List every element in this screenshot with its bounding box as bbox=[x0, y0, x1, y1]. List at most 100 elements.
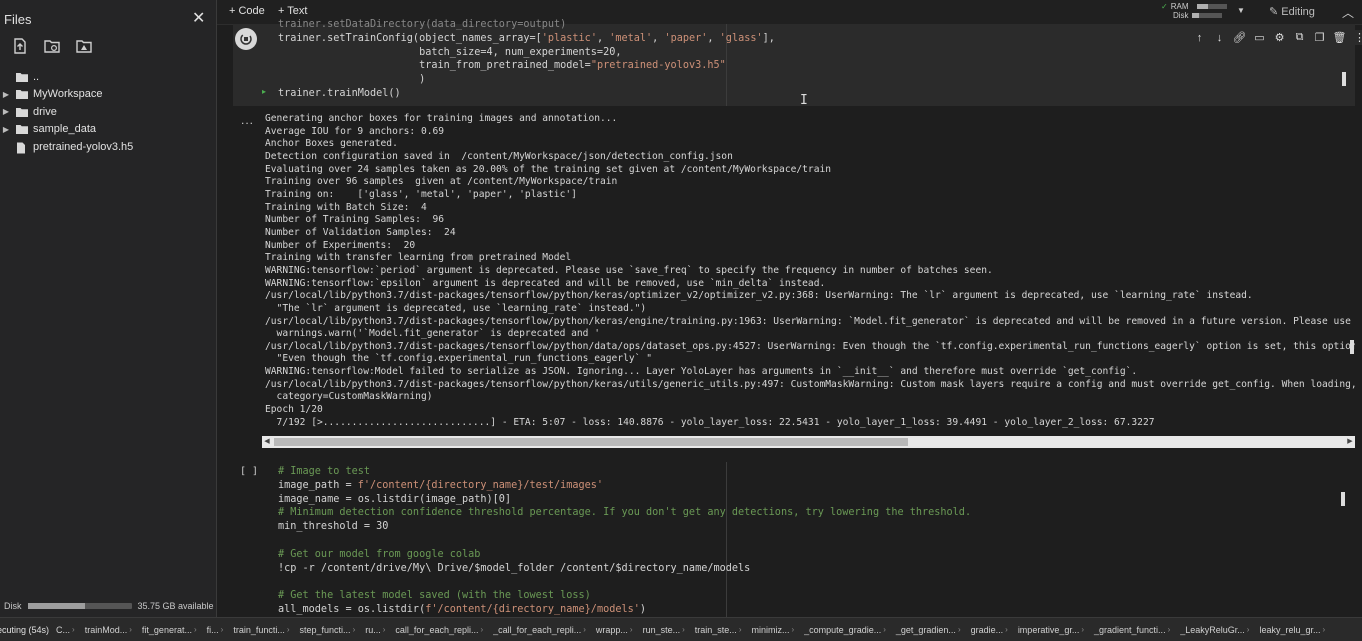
move-up-icon[interactable]: ↑ bbox=[1192, 30, 1207, 45]
disk-label: Disk bbox=[4, 601, 22, 611]
output-line: Evaluating over 24 samples taken as 20.0… bbox=[265, 163, 832, 175]
chevron-right-icon: › bbox=[220, 625, 224, 634]
code-line[interactable]: train_from_pretrained_model="pretrained-… bbox=[278, 59, 726, 73]
link-icon[interactable]: 🔗︎ bbox=[1232, 30, 1247, 45]
call-stack-frame[interactable]: train_functi... › bbox=[228, 625, 294, 635]
call-stack-frame-label: call_for_each_repli... bbox=[395, 624, 479, 635]
output-scrollbar[interactable] bbox=[1350, 340, 1354, 354]
call-stack-frame[interactable]: _gradient_functi... › bbox=[1089, 625, 1175, 635]
output-line: Anchor Boxes generated. bbox=[265, 138, 398, 150]
output-actions-button[interactable]: ... bbox=[241, 113, 254, 127]
comment-icon[interactable]: ▭ bbox=[1252, 30, 1267, 45]
file-icon bbox=[16, 142, 28, 154]
chevron-right-icon: › bbox=[791, 625, 795, 634]
chevron-up-icon[interactable]: ︿ bbox=[1342, 4, 1354, 21]
scrollbar[interactable] bbox=[1342, 72, 1346, 86]
call-stack-frame[interactable]: _call_for_each_repli... › bbox=[488, 625, 591, 635]
call-stack-frame-label: _compute_gradie... bbox=[804, 624, 882, 635]
execution-status: ecuting (54s) bbox=[0, 624, 50, 635]
move-down-icon[interactable]: ↓ bbox=[1212, 30, 1227, 45]
scroll-left-icon[interactable]: ◀ bbox=[262, 436, 272, 448]
chevron-right-icon[interactable]: ▶ bbox=[0, 125, 12, 134]
ram-bar bbox=[1197, 4, 1227, 9]
output-text: Generating anchor boxes for training ima… bbox=[265, 113, 1355, 429]
call-stack-frame[interactable]: gradie... › bbox=[966, 625, 1013, 635]
chevron-right-icon[interactable]: ▶ bbox=[0, 90, 12, 99]
call-stack-frame-label: fit_generat... bbox=[141, 624, 192, 635]
file-tree-item[interactable]: .. bbox=[0, 68, 216, 86]
code-line[interactable]: all_models = os.listdir(f'/content/{dire… bbox=[278, 603, 646, 617]
output-line: category=CustomMaskWarning) bbox=[265, 391, 433, 403]
call-stack-frame-label: _call_for_each_repli... bbox=[493, 624, 582, 635]
chevron-right-icon: › bbox=[957, 625, 961, 634]
call-stack-frame[interactable]: leaky_relu_gr... › bbox=[1254, 625, 1330, 635]
chevron-right-icon: › bbox=[129, 625, 132, 634]
file-tree-item[interactable]: ▶ sample_data bbox=[0, 121, 216, 139]
add-text-button[interactable]: + Text bbox=[278, 5, 307, 17]
chevron-right-icon: › bbox=[72, 625, 75, 634]
code-line[interactable]: ) bbox=[278, 73, 425, 87]
stop-cell-button[interactable] bbox=[235, 28, 257, 50]
code-comment-line[interactable]: # Minimum detection confidence threshold… bbox=[278, 506, 971, 520]
gear-icon[interactable]: ⚙ bbox=[1272, 30, 1287, 45]
call-stack-frame[interactable]: imperative_gr... › bbox=[1013, 625, 1089, 635]
call-stack-frame[interactable]: ru... › bbox=[360, 625, 390, 635]
code-line[interactable]: trainer.trainModel() bbox=[278, 87, 401, 101]
more-icon[interactable]: ⋮ bbox=[1352, 30, 1362, 45]
code-line[interactable]: batch_size=4, num_experiments=20, bbox=[278, 46, 621, 60]
trash-icon[interactable]: 🗑︎ bbox=[1332, 30, 1347, 45]
add-code-button[interactable]: + Code bbox=[229, 5, 265, 17]
call-stack-frame[interactable]: fit_generat... › bbox=[137, 625, 202, 635]
run-cell-button[interactable]: [ ] bbox=[240, 466, 258, 477]
file-tree-item[interactable]: ▶ MyWorkspace bbox=[0, 86, 216, 104]
output-line: Number of Experiments: 20 bbox=[265, 239, 416, 251]
code-line[interactable]: image_name = os.listdir(image_path)[0] bbox=[278, 493, 511, 507]
code-line[interactable]: trainer.setTrainConfig(object_names_arra… bbox=[278, 32, 775, 46]
call-stack-frame-label: _gradient_functi... bbox=[1094, 624, 1166, 635]
call-stack-frame[interactable]: run_ste... › bbox=[638, 625, 690, 635]
mirror-cell-icon[interactable]: ⧉ bbox=[1292, 30, 1307, 45]
horizontal-scrollbar[interactable]: ◀ ▶ bbox=[262, 436, 1355, 448]
code-comment-line[interactable]: # Image to test bbox=[278, 465, 370, 479]
disk-usage: Disk 35.75 GB available bbox=[4, 601, 214, 611]
call-stack-frame[interactable]: step_functi... › bbox=[295, 625, 361, 635]
call-stack-frame[interactable]: trainMod... › bbox=[80, 625, 137, 635]
chevron-right-icon: › bbox=[352, 625, 356, 634]
folder-icon bbox=[16, 89, 28, 100]
call-stack-frame[interactable]: call_for_each_repli... › bbox=[390, 625, 488, 635]
call-stack-frame[interactable]: C... › bbox=[51, 625, 80, 635]
call-stack-frame[interactable]: wrapp... › bbox=[591, 625, 638, 635]
call-stack-frame[interactable]: _get_gradien... › bbox=[891, 625, 966, 635]
scrollbar[interactable] bbox=[1341, 492, 1345, 506]
call-stack-frame[interactable]: fi... › bbox=[202, 625, 229, 635]
close-icon[interactable]: ✕ bbox=[192, 8, 205, 28]
folder-icon bbox=[16, 107, 28, 117]
output-line: Epoch 1/20 bbox=[265, 404, 323, 416]
refresh-folder-icon[interactable] bbox=[44, 38, 60, 54]
upload-file-icon[interactable] bbox=[12, 38, 28, 54]
chevron-right-icon[interactable]: ▶ bbox=[0, 107, 12, 116]
call-stack-frame[interactable]: _LeakyReluGr... › bbox=[1175, 625, 1254, 635]
scroll-right-icon[interactable]: ▶ bbox=[1345, 436, 1355, 448]
call-stack-frame-label: ru... bbox=[365, 624, 381, 635]
pencil-icon: ✎ bbox=[1269, 6, 1282, 18]
call-stack-frame[interactable]: minimiz... › bbox=[746, 625, 799, 635]
code-line[interactable]: min_threshold = 30 bbox=[278, 520, 388, 534]
call-stack-frame[interactable]: _compute_gradie... › bbox=[799, 625, 891, 635]
file-tree-label: pretrained-yolov3.h5 bbox=[33, 140, 134, 153]
code-comment-line[interactable]: # Get the latest model saved (with the l… bbox=[278, 589, 591, 603]
code-line[interactable]: !cp -r /content/drive/My\ Drive/$model_f… bbox=[278, 562, 750, 576]
code-line[interactable]: image_path = f'/content/{directory_name}… bbox=[278, 479, 603, 493]
file-tree-item[interactable]: pretrained-yolov3.h5 bbox=[0, 138, 216, 156]
copy-icon[interactable]: ❐ bbox=[1312, 30, 1327, 45]
code-line[interactable]: trainer.setDataDirectory(data_directory=… bbox=[278, 18, 566, 32]
code-comment-line[interactable]: # Get our model from google colab bbox=[278, 548, 480, 562]
chevron-down-icon[interactable]: ▼ bbox=[1237, 6, 1245, 15]
file-tree-item[interactable]: ▶ drive bbox=[0, 103, 216, 121]
chevron-right-icon: › bbox=[1246, 625, 1250, 634]
editing-mode-button[interactable]: ✎ Editing bbox=[1269, 5, 1315, 18]
call-stack-frame[interactable]: train_ste... › bbox=[690, 625, 747, 635]
disk-usage-fill bbox=[27, 603, 85, 609]
scrollbar-thumb[interactable] bbox=[274, 438, 908, 446]
mount-drive-icon[interactable] bbox=[76, 38, 92, 54]
